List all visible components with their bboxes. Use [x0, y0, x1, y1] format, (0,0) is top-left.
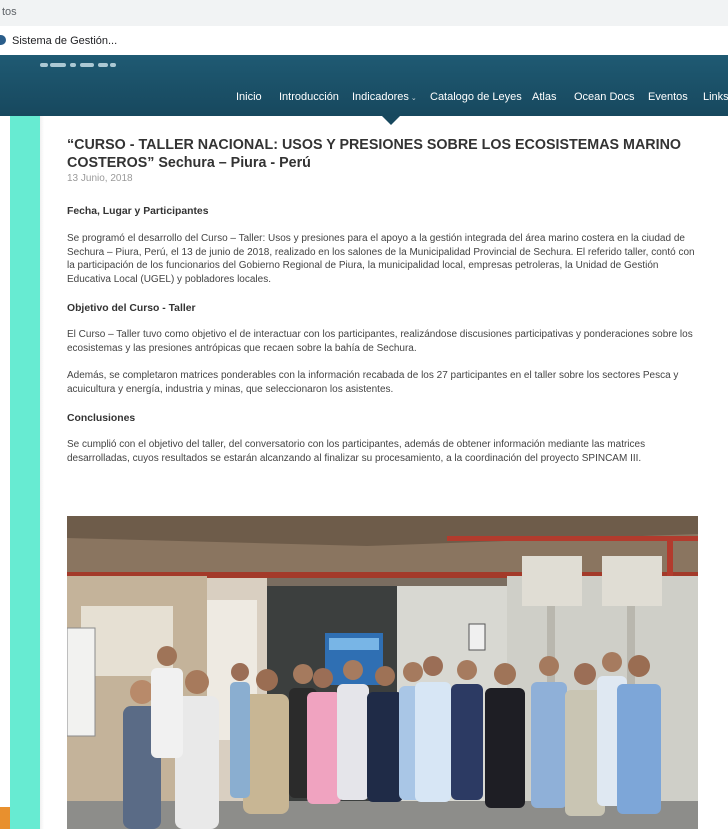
site-favicon-icon [0, 35, 6, 45]
section-heading: Conclusiones [67, 413, 136, 424]
nav-active-indicator [382, 116, 400, 125]
nav-atlas[interactable]: Atlas [532, 91, 556, 103]
left-decorative-stripe [10, 116, 40, 829]
nav-indicadores-label: Indicadores [352, 91, 409, 103]
section-paragraph: Se cumplió con el objetivo del taller, d… [67, 439, 646, 464]
article-title: “CURSO - TALLER NACIONAL: USOS Y PRESION… [67, 137, 682, 171]
section-paragraph: Se programó el desarrollo del Curso – Ta… [67, 233, 695, 285]
card-shadow [40, 116, 44, 829]
article: “CURSO - TALLER NACIONAL: USOS Y PRESION… [67, 136, 702, 465]
nav-eventos[interactable]: Eventos [648, 91, 688, 103]
chevron-down-icon: ⌄ [410, 95, 417, 102]
site-logo[interactable] [40, 62, 118, 70]
nav-inicio[interactable]: Inicio [236, 91, 262, 103]
browser-tab-strip: tos [0, 0, 728, 27]
bookmarks-bar: Sistema de Gestión... [0, 26, 728, 56]
nav-ocean-docs[interactable]: Ocean Docs [574, 91, 635, 103]
side-feedback-tab[interactable] [0, 807, 10, 829]
main-nav: Inicio Introducción Indicadores ⌄ Catalog… [0, 91, 728, 107]
nav-catalogo-leyes[interactable]: Catalogo de Leyes [430, 91, 522, 103]
nav-introduccion[interactable]: Introducción [279, 91, 339, 103]
section-paragraph: El Curso – Taller tuvo como objetivo el … [67, 329, 693, 354]
nav-links[interactable]: Links [703, 91, 728, 103]
nav-indicadores[interactable]: Indicadores ⌄ [352, 91, 417, 103]
section-paragraph: Además, se completaron matrices ponderab… [67, 370, 679, 395]
section-heading: Fecha, Lugar y Participantes [67, 206, 209, 217]
section-heading: Objetivo del Curso - Taller [67, 303, 196, 314]
browser-tab-title[interactable]: tos [2, 6, 17, 18]
event-group-photo [67, 516, 698, 829]
article-date: 13 Junio, 2018 [67, 173, 133, 184]
bookmark-sistema-gestion[interactable]: Sistema de Gestión... [12, 35, 117, 47]
group-photo-illustration [67, 516, 698, 829]
